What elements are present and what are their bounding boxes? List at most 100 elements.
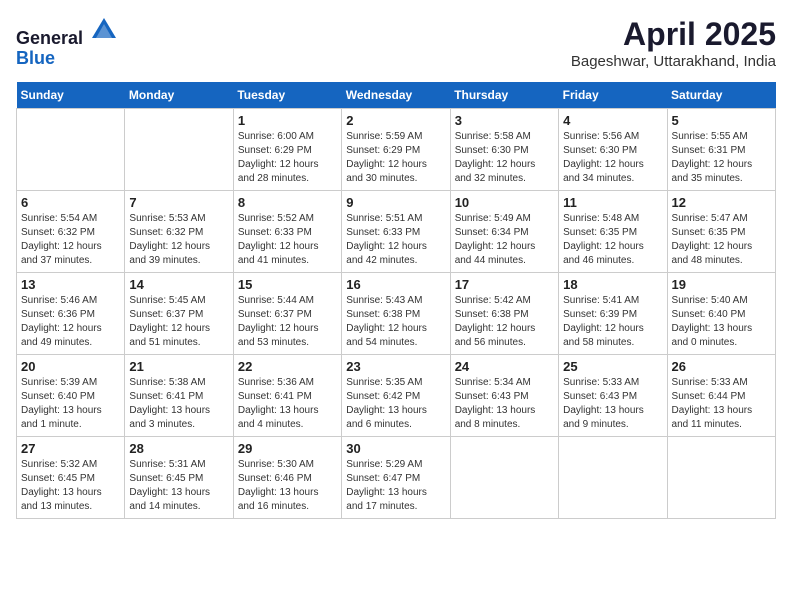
day-header-thursday: Thursday [450,82,558,109]
title-area: April 2025 Bageshwar, Uttarakhand, India [571,16,776,70]
day-number: 8 [238,195,337,210]
week-row-2: 6 Sunrise: 5:54 AMSunset: 6:32 PMDaylight… [17,191,776,273]
day-info: Sunrise: 5:49 AMSunset: 6:34 PMDaylight:… [455,212,554,268]
day-number: 24 [455,359,554,374]
calendar-cell: 1 Sunrise: 6:00 AMSunset: 6:29 PMDaylight… [233,109,341,191]
calendar-cell: 19Sunrise: 5:40 AMSunset: 6:40 PMDayligh… [667,273,775,355]
calendar-cell: 15 Sunrise: 5:44 AMSunset: 6:37 PMDayligh… [233,273,341,355]
calendar-cell: 27 Sunrise: 5:32 AMSunset: 6:45 PMDayligh… [17,437,125,519]
calendar-cell [667,437,775,519]
calendar-cell: 10 Sunrise: 5:49 AMSunset: 6:34 PMDayligh… [450,191,558,273]
day-info: Sunrise: 5:53 AMSunset: 6:32 PMDaylight:… [129,212,228,268]
calendar-cell: 13 Sunrise: 5:46 AMSunset: 6:36 PMDayligh… [17,273,125,355]
calendar-cell: 8 Sunrise: 5:52 AMSunset: 6:33 PMDaylight… [233,191,341,273]
day-info: Sunrise: 5:51 AMSunset: 6:33 PMDaylight:… [346,212,445,268]
calendar-cell: 3 Sunrise: 5:58 AMSunset: 6:30 PMDaylight… [450,109,558,191]
day-number: 9 [346,195,445,210]
day-info: Sunrise: 5:33 AMSunset: 6:43 PMDaylight:… [563,376,662,432]
day-info: Sunrise: 5:52 AMSunset: 6:33 PMDaylight:… [238,212,337,268]
calendar-cell: 6 Sunrise: 5:54 AMSunset: 6:32 PMDaylight… [17,191,125,273]
day-number: 15 [238,277,337,292]
day-info: Sunrise: 5:31 AMSunset: 6:45 PMDaylight:… [129,458,228,514]
page-header: General Blue April 2025 Bageshwar, Uttar… [16,16,776,70]
logo: General Blue [16,16,118,69]
calendar-cell: 30 Sunrise: 5:29 AMSunset: 6:47 PMDayligh… [342,437,450,519]
calendar-cell: 28Sunrise: 5:31 AMSunset: 6:45 PMDayligh… [125,437,233,519]
day-info: Sunrise: 5:47 AMSunset: 6:35 PMDaylight:… [672,212,771,268]
day-info: Sunrise: 5:41 AMSunset: 6:39 PMDaylight:… [563,294,662,350]
calendar-cell: 7 Sunrise: 5:53 AMSunset: 6:32 PMDaylight… [125,191,233,273]
day-number: 11 [563,195,662,210]
day-info: Sunrise: 5:32 AMSunset: 6:45 PMDaylight:… [21,458,120,514]
day-number: 16 [346,277,445,292]
calendar-cell: 17Sunrise: 5:42 AMSunset: 6:38 PMDayligh… [450,273,558,355]
calendar-cell: 14 Sunrise: 5:45 AMSunset: 6:37 PMDayligh… [125,273,233,355]
day-number: 18 [563,277,662,292]
calendar-cell [450,437,558,519]
calendar-cell: 18 Sunrise: 5:41 AMSunset: 6:39 PMDayligh… [559,273,667,355]
day-info: Sunrise: 5:56 AMSunset: 6:30 PMDaylight:… [563,130,662,186]
day-number: 1 [238,113,337,128]
calendar-cell [125,109,233,191]
day-info: Sunrise: 5:58 AMSunset: 6:30 PMDaylight:… [455,130,554,186]
day-number: 4 [563,113,662,128]
calendar-cell: 24 Sunrise: 5:34 AMSunset: 6:43 PMDayligh… [450,355,558,437]
day-number: 23 [346,359,445,374]
calendar-cell: 9 Sunrise: 5:51 AMSunset: 6:33 PMDaylight… [342,191,450,273]
day-number: 27 [21,441,120,456]
day-number: 29 [238,441,337,456]
day-number: 21 [129,359,228,374]
day-info: Sunrise: 6:00 AMSunset: 6:29 PMDaylight:… [238,130,337,186]
calendar-cell [559,437,667,519]
calendar-cell: 25 Sunrise: 5:33 AMSunset: 6:43 PMDayligh… [559,355,667,437]
day-number: 26 [672,359,771,374]
day-number: 22 [238,359,337,374]
calendar-cell: 20 Sunrise: 5:39 AMSunset: 6:40 PMDayligh… [17,355,125,437]
calendar-cell [17,109,125,191]
logo-icon [90,16,118,44]
day-info: Sunrise: 5:43 AMSunset: 6:38 PMDaylight:… [346,294,445,350]
week-row-1: 1 Sunrise: 6:00 AMSunset: 6:29 PMDaylight… [17,109,776,191]
calendar-cell: 22 Sunrise: 5:36 AMSunset: 6:41 PMDayligh… [233,355,341,437]
day-header-wednesday: Wednesday [342,82,450,109]
day-info: Sunrise: 5:35 AMSunset: 6:42 PMDaylight:… [346,376,445,432]
day-number: 6 [21,195,120,210]
day-number: 30 [346,441,445,456]
calendar-cell: 16 Sunrise: 5:43 AMSunset: 6:38 PMDayligh… [342,273,450,355]
day-info: Sunrise: 5:44 AMSunset: 6:37 PMDaylight:… [238,294,337,350]
month-title: April 2025 [571,16,776,53]
day-number: 13 [21,277,120,292]
day-info: Sunrise: 5:55 AMSunset: 6:31 PMDaylight:… [672,130,771,186]
day-number: 25 [563,359,662,374]
day-info: Sunrise: 5:45 AMSunset: 6:37 PMDaylight:… [129,294,228,350]
day-info: Sunrise: 5:38 AMSunset: 6:41 PMDaylight:… [129,376,228,432]
day-header-monday: Monday [125,82,233,109]
day-header-tuesday: Tuesday [233,82,341,109]
day-info: Sunrise: 5:29 AMSunset: 6:47 PMDaylight:… [346,458,445,514]
day-number: 3 [455,113,554,128]
day-number: 7 [129,195,228,210]
calendar-cell: 23 Sunrise: 5:35 AMSunset: 6:42 PMDayligh… [342,355,450,437]
day-number: 14 [129,277,228,292]
day-info: Sunrise: 5:46 AMSunset: 6:36 PMDaylight:… [21,294,120,350]
day-number: 2 [346,113,445,128]
day-info: Sunrise: 5:59 AMSunset: 6:29 PMDaylight:… [346,130,445,186]
week-row-3: 13 Sunrise: 5:46 AMSunset: 6:36 PMDayligh… [17,273,776,355]
calendar-cell: 29Sunrise: 5:30 AMSunset: 6:46 PMDayligh… [233,437,341,519]
day-info: Sunrise: 5:36 AMSunset: 6:41 PMDaylight:… [238,376,337,432]
day-info: Sunrise: 5:33 AMSunset: 6:44 PMDaylight:… [672,376,771,432]
day-info: Sunrise: 5:39 AMSunset: 6:40 PMDaylight:… [21,376,120,432]
calendar-cell: 12Sunrise: 5:47 AMSunset: 6:35 PMDayligh… [667,191,775,273]
day-header-saturday: Saturday [667,82,775,109]
calendar-cell: 21 Sunrise: 5:38 AMSunset: 6:41 PMDayligh… [125,355,233,437]
day-header-sunday: Sunday [17,82,125,109]
calendar-table: SundayMondayTuesdayWednesdayThursdayFrid… [16,82,776,519]
logo-blue: Blue [16,48,55,68]
calendar-cell: 2 Sunrise: 5:59 AMSunset: 6:29 PMDaylight… [342,109,450,191]
day-number: 17 [455,277,554,292]
day-info: Sunrise: 5:34 AMSunset: 6:43 PMDaylight:… [455,376,554,432]
logo-general: General [16,28,83,48]
day-number: 10 [455,195,554,210]
day-number: 20 [21,359,120,374]
day-info: Sunrise: 5:54 AMSunset: 6:32 PMDaylight:… [21,212,120,268]
